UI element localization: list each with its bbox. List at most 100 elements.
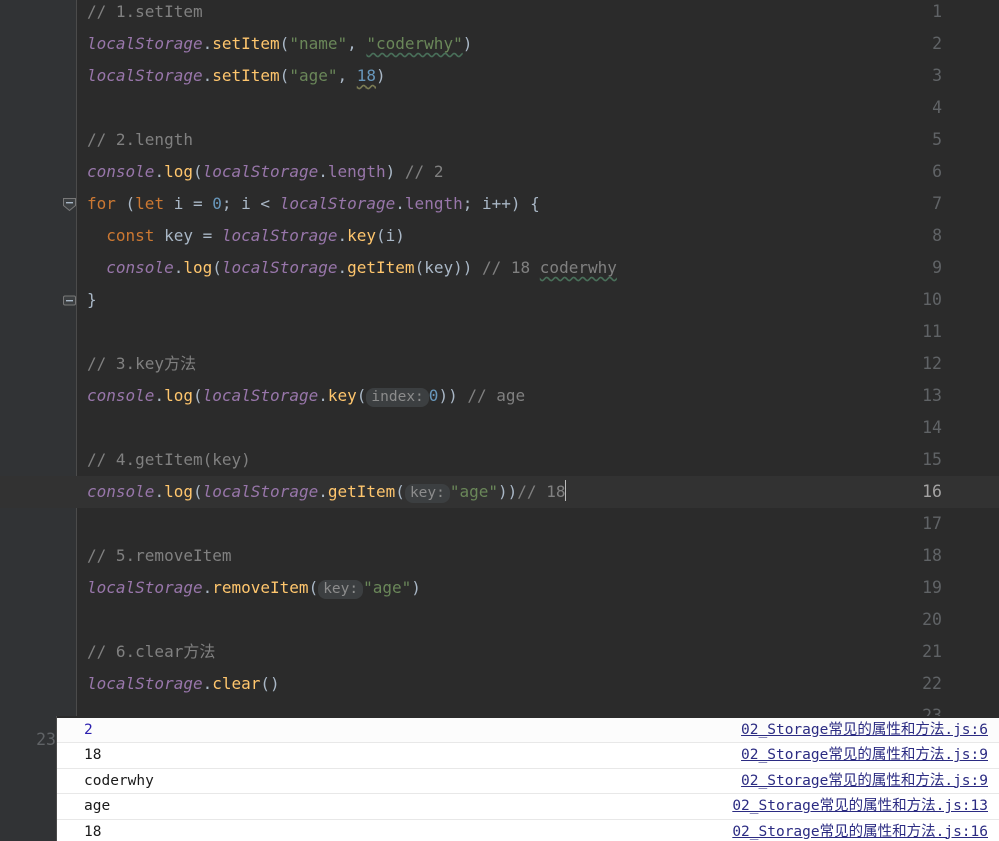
line-number-19[interactable]: 19	[902, 572, 942, 604]
code-token: .	[318, 386, 328, 405]
code-line-21[interactable]: // 6.clear方法	[87, 636, 215, 668]
code-token: console	[87, 386, 155, 405]
console-source-link[interactable]: 02_Storage常见的属性和方法.js:9	[741, 743, 988, 768]
code-token: )	[385, 162, 405, 181]
line-number-18[interactable]: 18	[902, 540, 942, 572]
code-token: getItem	[347, 258, 415, 277]
code-line-12[interactable]: // 3.key方法	[87, 348, 196, 380]
code-token: length	[404, 194, 463, 213]
line-number-6[interactable]: 6	[902, 156, 942, 188]
console-row[interactable]: 18 02_Storage常见的属性和方法.js:9	[57, 743, 999, 769]
line-number-10[interactable]: 10	[902, 284, 942, 316]
code-token: log	[164, 386, 193, 405]
code-token: .	[318, 162, 328, 181]
ide-window: 1 // 1.setItem 2 localStorage.setItem("name…	[0, 0, 999, 841]
code-line-6[interactable]: console.log(localStorage.length) // 2	[87, 156, 443, 188]
code-line-2[interactable]: localStorage.setItem("name", "coderwhy")	[87, 28, 472, 60]
code-token: // 18	[517, 482, 566, 501]
code-token: log	[164, 482, 193, 501]
code-token: key	[347, 226, 377, 245]
code-token: ,	[347, 34, 367, 53]
console-source-link[interactable]: 02_Storage常见的属性和方法.js:13	[732, 794, 988, 819]
code-token: localStorage	[87, 66, 203, 85]
code-line-10[interactable]: }	[87, 284, 97, 316]
code-token: localStorage	[202, 162, 319, 181]
code-token: (	[395, 482, 405, 501]
line-number-4[interactable]: 4	[902, 92, 942, 124]
editor-gutter[interactable]	[0, 0, 77, 841]
code-token: (	[192, 162, 203, 181]
code-token: (	[115, 194, 136, 213]
code-token: .	[154, 162, 165, 181]
code-token: // 1.setItem	[87, 2, 203, 21]
code-token: index:	[366, 388, 429, 407]
code-token: (key))	[414, 258, 482, 277]
code-token: coderwhy	[539, 258, 617, 277]
code-line-22[interactable]: localStorage.clear()	[87, 668, 280, 700]
console-row[interactable]: 18 02_Storage常见的属性和方法.js:16	[57, 819, 999, 841]
code-line-3[interactable]: localStorage.setItem("age", 18)	[87, 60, 386, 92]
line-number-11[interactable]: 11	[902, 316, 942, 348]
line-number-7[interactable]: 7	[902, 188, 942, 220]
line-number-20[interactable]: 20	[902, 604, 942, 636]
line-number-23: 23	[36, 730, 56, 749]
code-token: 0	[428, 386, 439, 405]
code-line-7[interactable]: for (let i = 0; i < localStorage.length;…	[87, 188, 540, 220]
code-line-18[interactable]: // 5.removeItem	[87, 540, 232, 572]
code-token: (	[212, 258, 222, 277]
console-source-link[interactable]: 02_Storage常见的属性和方法.js:9	[741, 769, 988, 794]
code-token: for	[87, 194, 116, 213]
code-token: .	[154, 386, 165, 405]
code-token: key:	[318, 580, 364, 599]
fold-collapse-icon[interactable]	[62, 197, 77, 212]
code-line-16[interactable]: console.log(localStorage.getItem(key: "ag…	[87, 476, 567, 508]
code-token: // age	[467, 386, 526, 405]
code-token: localStorage	[202, 386, 319, 405]
line-number-16[interactable]: 16	[902, 476, 942, 508]
code-token: ,	[337, 66, 357, 85]
code-token: ))	[498, 482, 518, 501]
code-token: localStorage	[87, 674, 203, 693]
code-token: // 18	[482, 258, 540, 277]
console-output-list[interactable]: 2 02_Storage常见的属性和方法.js:6 18 02_Storage常见的属…	[57, 718, 999, 841]
line-number-13[interactable]: 13	[902, 380, 942, 412]
code-token: // 4.getItem(key)	[87, 450, 251, 469]
code-line-19[interactable]: localStorage.removeItem(key: "age")	[87, 572, 421, 604]
line-number-15[interactable]: 15	[902, 444, 942, 476]
code-token: ()	[260, 674, 280, 693]
line-number-9[interactable]: 9	[902, 252, 942, 284]
line-number-12[interactable]: 12	[902, 348, 942, 380]
run-console-panel[interactable]: 2 02_Storage常见的属性和方法.js:6 18 02_Storage常见的属…	[57, 716, 999, 841]
code-token: console	[106, 258, 174, 277]
editor-code-area[interactable]	[78, 0, 999, 841]
line-number-22[interactable]: 22	[902, 668, 942, 700]
fold-region-end-icon[interactable]	[62, 293, 77, 308]
line-number-17[interactable]: 17	[902, 508, 942, 540]
code-token: .	[337, 226, 348, 245]
code-token: (	[192, 386, 203, 405]
code-line-13[interactable]: console.log(localStorage.key(index: 0)) /…	[87, 380, 525, 412]
code-line-15[interactable]: // 4.getItem(key)	[87, 444, 251, 476]
code-line-8[interactable]: const key = localStorage.key(i)	[87, 220, 405, 252]
line-number-2[interactable]: 2	[902, 28, 942, 60]
code-token: localStorage	[202, 482, 319, 501]
line-number-21[interactable]: 21	[902, 636, 942, 668]
code-line-9[interactable]: console.log(localStorage.getItem(key)) /…	[87, 252, 617, 284]
code-token: (	[192, 482, 203, 501]
console-message: 18	[84, 823, 102, 840]
line-number-8[interactable]: 8	[902, 220, 942, 252]
line-number-1[interactable]: 1	[902, 0, 942, 28]
line-number-3[interactable]: 3	[902, 60, 942, 92]
line-number-14[interactable]: 14	[902, 412, 942, 444]
console-source-link[interactable]: 02_Storage常见的属性和方法.js:6	[741, 718, 988, 743]
console-source-link[interactable]: 02_Storage常见的属性和方法.js:16	[732, 820, 988, 841]
line-number-5[interactable]: 5	[902, 124, 942, 156]
code-line-5[interactable]: // 2.length	[87, 124, 193, 156]
code-token: (	[356, 386, 367, 405]
console-row[interactable]: 2 02_Storage常见的属性和方法.js:6	[57, 718, 999, 744]
code-line-1[interactable]: // 1.setItem	[87, 0, 203, 28]
console-row[interactable]: coderwhy 02_Storage常见的属性和方法.js:9	[57, 768, 999, 795]
console-row[interactable]: age 02_Storage常见的属性和方法.js:13	[57, 794, 999, 820]
code-editor[interactable]: 1 // 1.setItem 2 localStorage.setItem("name…	[0, 0, 999, 841]
